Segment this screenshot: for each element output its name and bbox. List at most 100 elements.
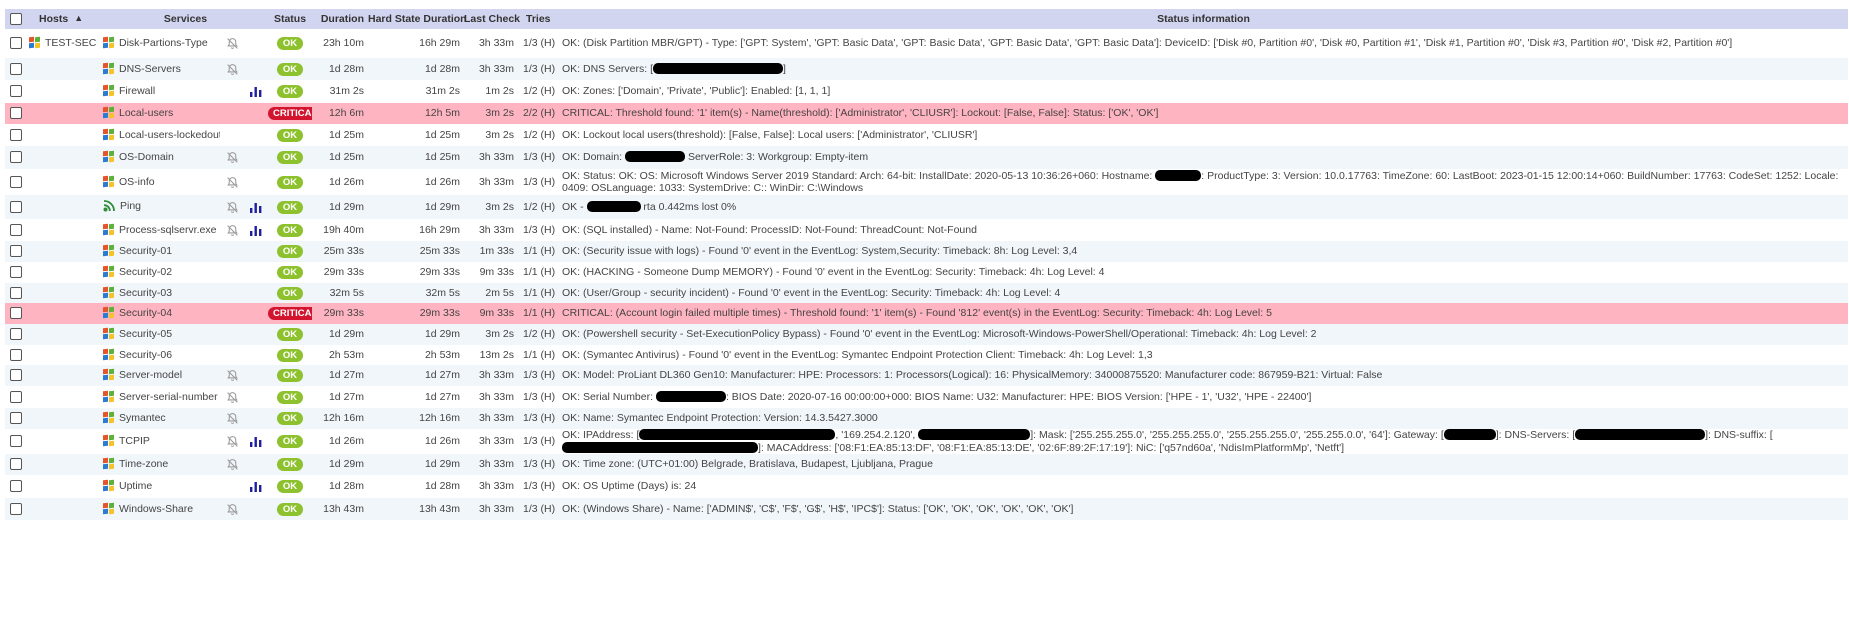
row-select-checkbox[interactable] (10, 286, 22, 299)
row-select-checkbox[interactable] (10, 175, 22, 188)
table-row[interactable]: Server-serial-number OK 1d 27m 1d 27m 3h 33m… (5, 386, 1848, 408)
row-select-checkbox[interactable] (10, 37, 22, 50)
service-name-link[interactable]: Local-users (119, 107, 173, 119)
row-select-checkbox[interactable] (10, 502, 22, 515)
row-select-checkbox[interactable] (10, 412, 22, 425)
service-name-link[interactable]: Server-model (119, 369, 182, 381)
table-row[interactable]: Server-model OK 1d 27m 1d 27m 3h 33m 1/3 (H) O… (5, 365, 1848, 386)
row-select-checkbox[interactable] (10, 266, 22, 279)
last-check-column-header[interactable]: Last Check (464, 9, 520, 29)
row-select-checkbox[interactable] (10, 458, 22, 471)
service-cell: OS-info (103, 169, 220, 195)
row-select-checkbox[interactable] (10, 107, 22, 120)
row-select-checkbox[interactable] (10, 245, 22, 258)
graph-cell (244, 103, 268, 124)
service-name-link[interactable]: Security-01 (119, 245, 172, 257)
table-row[interactable]: Uptime OK 1d 28m 1d 28m 3h 33m 1/3 (H) OK: OS … (5, 475, 1848, 498)
table-row[interactable]: Local-users-lockedout OK 1d 25m 1d 25m 3m 2s… (5, 124, 1848, 146)
notifications-off-icon (226, 151, 239, 164)
row-select-checkbox[interactable] (10, 200, 22, 213)
status-information-cell: OK: (User/Group - security incident) - F… (559, 283, 1848, 303)
status-cell: OK (268, 29, 312, 58)
table-row[interactable]: Security-05 OK 1d 29m 1d 29m 3m 2s 1/2 (H) OK:… (5, 324, 1848, 345)
service-cell: Server-model (103, 365, 220, 386)
table-row[interactable]: Time-zone OK 1d 29m 1d 29m 3h 33m 1/3 (H) OK: … (5, 454, 1848, 475)
duration-cell: 1d 26m (312, 169, 368, 195)
service-name-link[interactable]: Security-05 (119, 328, 172, 340)
service-name-link[interactable]: Windows-Share (119, 503, 193, 515)
service-name-link[interactable]: Security-06 (119, 349, 172, 361)
service-name-link[interactable]: Server-serial-number (119, 391, 218, 403)
row-select-checkbox[interactable] (10, 62, 22, 75)
table-row[interactable]: Security-01 OK 25m 33s 25m 33s 1m 33s 1/1 (H)… (5, 241, 1848, 262)
service-name-link[interactable]: Symantec (119, 412, 166, 424)
row-select-checkbox[interactable] (10, 128, 22, 141)
status-column-header[interactable]: Status (268, 9, 312, 29)
performance-graph-icon[interactable] (250, 435, 262, 448)
row-select-checkbox[interactable] (10, 369, 22, 382)
service-name-link[interactable]: Ping (120, 200, 141, 212)
service-name-link[interactable]: Security-02 (119, 266, 172, 278)
service-name-link[interactable]: OS-info (119, 176, 155, 188)
duration-cell-value: 29m 33s (323, 307, 364, 320)
service-name-link[interactable]: Local-users-lockedout (119, 129, 220, 141)
status-badge-ok: OK (276, 223, 304, 237)
service-name-link[interactable]: Process-sqlservr.exe (119, 224, 216, 236)
table-row[interactable]: Firewall OK 31m 2s 31m 2s 1m 2s 1/2 (H) OK: Zo… (5, 80, 1848, 103)
tries-column-header[interactable]: Tries (518, 9, 559, 29)
hard-state-duration-cell: 1d 28m (368, 475, 464, 498)
table-row[interactable]: OS-info OK 1d 26m 1d 26m 3h 33m 1/3 (H) OK: St… (5, 169, 1848, 195)
service-name-link[interactable]: TCPIP (119, 435, 150, 447)
table-row[interactable]: TCPIP OK 1d 26m 1d 26m 3h 33m 1/3 (H) OK: IPAd… (5, 429, 1848, 454)
table-row[interactable]: Security-04 CRITICAL 29m 33s 29m 33s 9m 33s 1… (5, 303, 1848, 324)
host-cell (27, 386, 103, 408)
row-select-checkbox[interactable] (10, 151, 22, 164)
performance-graph-icon[interactable] (250, 85, 262, 98)
service-name-link[interactable]: Uptime (119, 480, 152, 492)
performance-graph-icon[interactable] (250, 480, 262, 493)
select-all-checkbox[interactable] (10, 13, 22, 26)
row-select-checkbox[interactable] (10, 85, 22, 98)
host-cell (27, 498, 103, 520)
status-badge-ok: OK (276, 128, 304, 142)
table-row[interactable]: Ping OK 1d 29m 1d 29m 3m 2s 1/2 (H) OK - rta 0… (5, 195, 1848, 219)
table-row[interactable]: Symantec OK 12h 16m 12h 16m 3h 33m 1/3 (H) OK:… (5, 408, 1848, 429)
table-row[interactable]: Security-03 OK 32m 5s 32m 5s 2m 5s 1/1 (H) OK:… (5, 283, 1848, 303)
service-name-link[interactable]: Firewall (119, 85, 155, 97)
hard-state-duration-cell-value: 1d 28m (424, 62, 460, 75)
row-select-checkbox[interactable] (10, 348, 22, 361)
host-name-link[interactable]: TEST-SEC (45, 37, 96, 49)
last-check-cell-value: 3h 33m (478, 151, 514, 164)
duration-column-header[interactable]: Duration (312, 9, 368, 29)
table-row[interactable]: DNS-Servers OK 1d 28m 1d 28m 3h 33m 1/3 (H) OK… (5, 58, 1848, 80)
service-name-link[interactable]: Security-04 (119, 307, 172, 319)
hosts-column-header[interactable]: Hosts ▲ (27, 9, 103, 29)
service-name-link[interactable]: DNS-Servers (119, 63, 181, 75)
table-row[interactable]: Security-06 OK 2h 53m 2h 53m 13m 2s 1/1 (H) OK… (5, 345, 1848, 365)
table-row[interactable]: Local-users CRITICAL 12h 6m 12h 5m 3m 2s 2/2 … (5, 103, 1848, 124)
services-column-header[interactable]: Services (103, 9, 268, 29)
service-name-link[interactable]: Security-03 (119, 287, 172, 299)
hard-state-duration-column-header[interactable]: Hard State Duration (368, 9, 467, 29)
row-select-cell (5, 58, 27, 80)
row-select-checkbox[interactable] (10, 223, 22, 236)
service-name-link[interactable]: OS-Domain (119, 151, 174, 163)
performance-graph-icon[interactable] (250, 224, 262, 236)
table-row[interactable]: TEST-SEC Disk-Partions-Type OK 23h 10m 16h 2… (5, 29, 1848, 58)
performance-graph-icon[interactable] (250, 201, 262, 213)
table-row[interactable]: OS-Domain OK 1d 25m 1d 25m 3h 33m 1/3 (H) OK: … (5, 146, 1848, 169)
row-select-checkbox[interactable] (10, 307, 22, 320)
row-select-checkbox[interactable] (10, 435, 22, 448)
windows-logo-icon (29, 36, 40, 49)
service-name-link[interactable]: Disk-Partions-Type (119, 37, 208, 49)
sort-ascending-icon[interactable]: ▲ (74, 13, 83, 23)
service-name-link[interactable]: Time-zone (119, 458, 168, 470)
table-row[interactable]: Security-02 OK 29m 33s 29m 33s 9m 33s 1/1 (H)… (5, 262, 1848, 283)
status-information-column-header[interactable]: Status information (559, 9, 1848, 29)
row-select-checkbox[interactable] (10, 390, 22, 403)
table-row[interactable]: Process-sqlservr.exe OK 19h 40m 16h 29m 3h 3… (5, 219, 1848, 241)
row-select-checkbox[interactable] (10, 328, 22, 341)
status-badge-ok: OK (276, 480, 304, 493)
table-row[interactable]: Windows-Share OK 13h 43m 13h 43m 3h 33m 1/3 (… (5, 498, 1848, 520)
row-select-checkbox[interactable] (10, 480, 22, 493)
